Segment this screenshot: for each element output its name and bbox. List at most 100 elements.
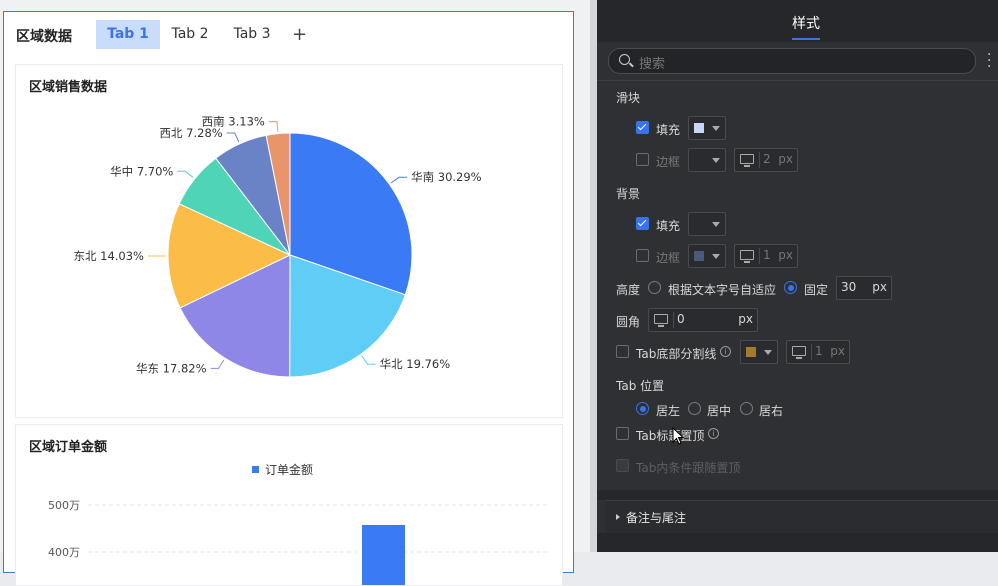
slider-border-label: 边框 xyxy=(656,153,680,170)
info-icon[interactable]: i xyxy=(708,428,719,439)
chevron-down-icon xyxy=(712,126,720,131)
background-fill-color-picker[interactable] xyxy=(688,212,726,236)
slider-border-color-picker[interactable] xyxy=(688,148,726,172)
slider-border-checkbox[interactable] xyxy=(636,153,649,166)
slider-section-label: 滑块 xyxy=(616,89,640,106)
search-placeholder: 搜索 xyxy=(639,53,665,72)
slider-fill-color-picker[interactable] xyxy=(688,116,726,140)
position-left-radio[interactable] xyxy=(636,402,649,415)
monitor-icon xyxy=(740,250,754,260)
position-center-label: 居中 xyxy=(707,402,731,419)
background-section-label: 背景 xyxy=(616,185,640,202)
height-label: 高度 xyxy=(616,281,640,298)
input-separator xyxy=(811,344,812,360)
pie-label-line xyxy=(269,122,278,132)
height-auto-label: 根据文本字号自适应 xyxy=(668,281,776,298)
unit-label: px xyxy=(738,312,753,326)
pie-data-label: 西南 3.13% xyxy=(202,115,265,129)
color-swatch xyxy=(694,123,704,133)
pie-label-line xyxy=(362,356,376,364)
unit-label: px xyxy=(830,344,845,358)
pie-data-label: 华中 7.70% xyxy=(110,164,173,178)
pie-label-line xyxy=(177,171,193,177)
chevron-down-icon xyxy=(712,158,720,163)
pie-data-label: 华东 17.82% xyxy=(136,361,207,375)
tab-component[interactable]: 区域数据 Tab 1 Tab 2 Tab 3 + 区域销售数据 华南 30.29… xyxy=(3,11,574,573)
monitor-icon xyxy=(740,154,754,164)
background-border-color-picker[interactable] xyxy=(688,244,726,268)
y-tick-label: 400万 xyxy=(48,546,80,559)
caret-right-icon xyxy=(616,514,620,520)
tab-divider-color-picker[interactable] xyxy=(740,340,778,364)
y-tick-label: 500万 xyxy=(48,499,80,512)
height-input[interactable]: 30 px xyxy=(836,276,892,300)
bar-chart: 500万 400万 xyxy=(16,425,562,585)
search-icon xyxy=(619,54,630,65)
pie-chart: 华南 30.29% 华北 19.76% 华东 17.82% 东北 14.03% 华中 7… xyxy=(16,65,562,417)
unit-label: px xyxy=(778,248,793,262)
panel-tab-style[interactable]: 样式 xyxy=(792,13,820,33)
tab-divider-width-value: 1 xyxy=(815,344,823,358)
tab-component-title: 区域数据 xyxy=(16,26,72,46)
tab-position-label: Tab 位置 xyxy=(616,377,664,394)
background-border-width-input[interactable]: 1 px xyxy=(734,244,798,268)
bar-chart-card: 区域订单金额 订单金额 500万400万 xyxy=(15,424,563,586)
panel-bottom xyxy=(597,533,998,552)
slider-fill-checkbox[interactable] xyxy=(636,121,649,134)
tab-divider-label: Tab底部分割线 xyxy=(636,345,716,362)
add-tab-button[interactable]: + xyxy=(292,20,307,49)
bar[interactable] xyxy=(362,525,405,585)
tab-1[interactable]: Tab 1 xyxy=(96,20,160,49)
height-value: 30 xyxy=(841,280,856,294)
position-right-label: 居右 xyxy=(759,402,783,419)
notes-section-label: 备注与尾注 xyxy=(626,509,686,526)
radius-label: 圆角 xyxy=(616,313,640,330)
pie-label-line xyxy=(391,177,407,183)
radius-value: 0 xyxy=(677,312,685,326)
tab-3[interactable]: Tab 3 xyxy=(226,20,278,49)
section-gap xyxy=(597,490,998,500)
cond-sticky-checkbox[interactable] xyxy=(616,459,629,472)
position-right-radio[interactable] xyxy=(740,402,753,415)
slider-fill-label: 填充 xyxy=(656,121,680,138)
tab-sticky-checkbox[interactable] xyxy=(616,427,629,440)
tab-divider-width-input[interactable]: 1 px xyxy=(786,340,850,364)
input-separator xyxy=(673,312,674,328)
more-icon[interactable]: ··· xyxy=(987,52,991,70)
search-input[interactable]: 搜索 xyxy=(608,48,976,74)
pie-data-label: 华北 19.76% xyxy=(380,357,451,371)
position-left-label: 居左 xyxy=(656,402,680,419)
monitor-icon xyxy=(654,314,668,324)
slider-border-width-input[interactable]: 2 px xyxy=(734,148,798,172)
input-separator xyxy=(759,248,760,264)
height-fixed-radio[interactable] xyxy=(784,281,797,294)
height-fixed-label: 固定 xyxy=(804,281,828,298)
chevron-down-icon xyxy=(712,254,720,259)
background-fill-label: 填充 xyxy=(656,217,680,234)
background-border-label: 边框 xyxy=(656,249,680,266)
notes-section-header[interactable]: 备注与尾注 xyxy=(605,500,998,533)
background-border-checkbox[interactable] xyxy=(636,249,649,262)
panel-divider[interactable] xyxy=(590,0,597,552)
panel-separator xyxy=(597,80,998,81)
pie-label-line xyxy=(211,360,224,368)
height-auto-radio[interactable] xyxy=(648,281,661,294)
color-swatch xyxy=(746,347,756,357)
slider-border-width-value: 2 xyxy=(763,152,771,166)
position-center-radio[interactable] xyxy=(688,402,701,415)
tab-bar: 区域数据 Tab 1 Tab 2 Tab 3 + xyxy=(4,12,573,56)
panel-header: 样式 xyxy=(597,0,998,42)
info-icon[interactable]: i xyxy=(720,346,731,357)
cond-sticky-label: Tab内条件跟随置顶 xyxy=(636,459,740,476)
tab-divider-checkbox[interactable] xyxy=(616,345,629,358)
tab-2[interactable]: Tab 2 xyxy=(164,20,216,49)
background-border-width-value: 1 xyxy=(763,248,771,262)
background-fill-checkbox[interactable] xyxy=(636,217,649,230)
radius-input[interactable]: 0 px xyxy=(648,308,758,332)
canvas-area: 区域数据 Tab 1 Tab 2 Tab 3 + 区域销售数据 华南 30.29… xyxy=(0,0,590,552)
pie-data-label: 东北 14.03% xyxy=(73,249,144,263)
unit-label: px xyxy=(778,152,793,166)
pie-chart-card: 区域销售数据 华南 30.29%华北 19.76%华东 17.82%东北 14.… xyxy=(15,64,563,418)
pie-data-label: 华南 30.29% xyxy=(411,170,482,184)
style-panel: 样式 搜索 ··· 滑块 填充 边框 2 px 背景 填充 边框 1 px 高度… xyxy=(597,0,998,552)
